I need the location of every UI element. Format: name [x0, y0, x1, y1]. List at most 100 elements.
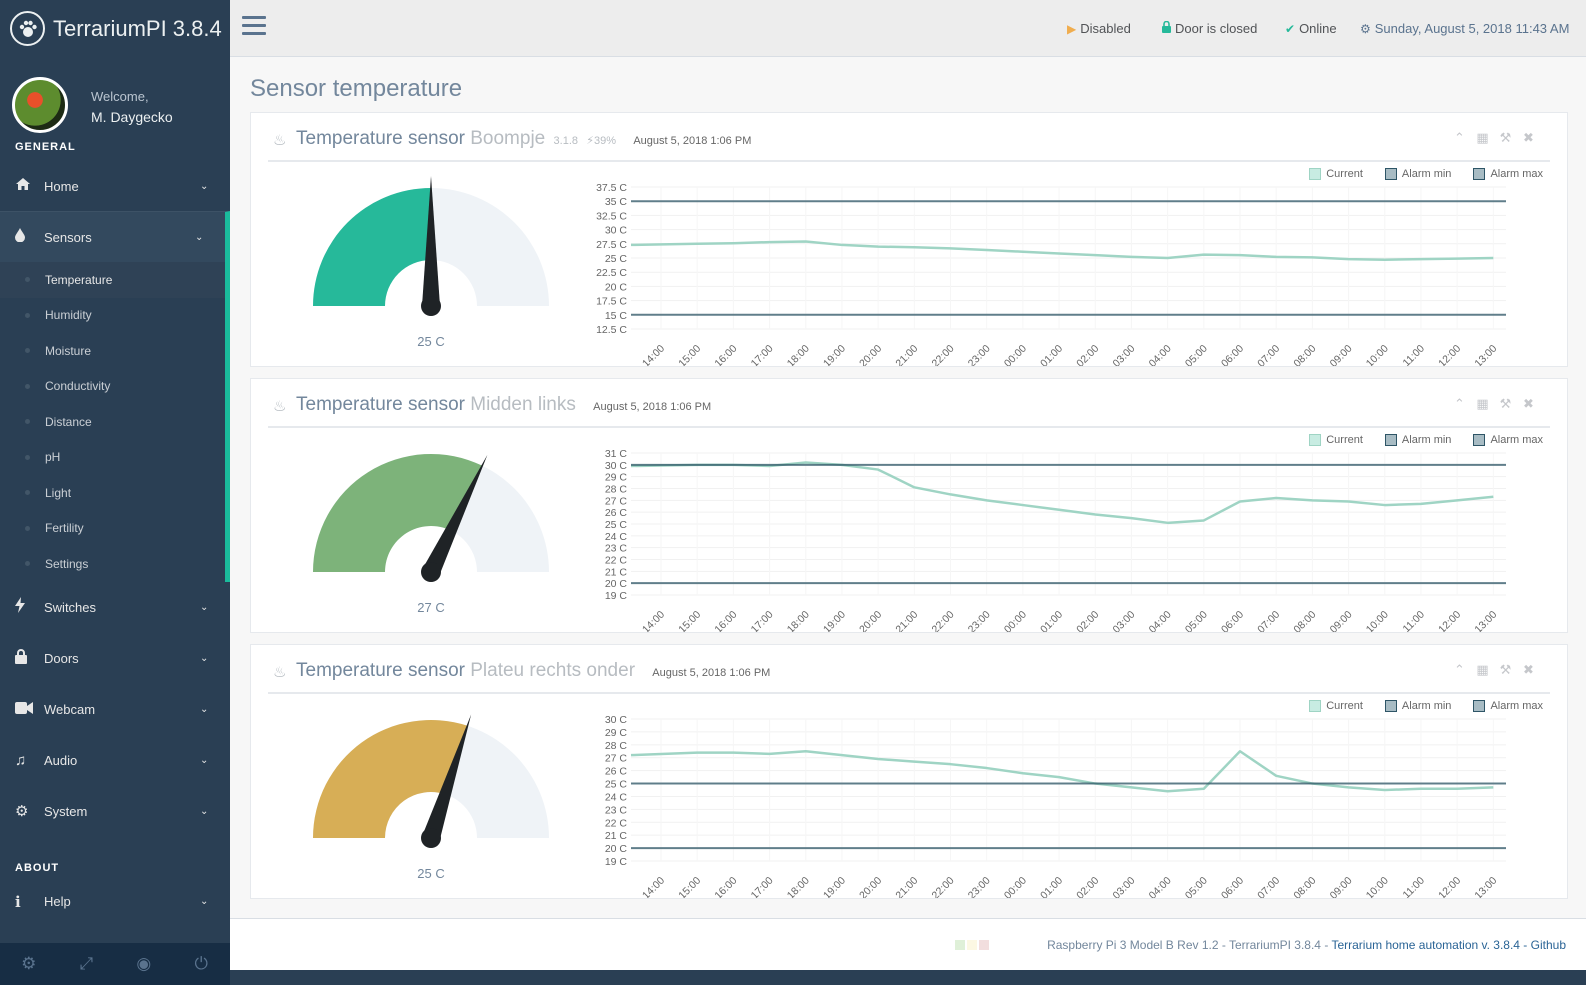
x-tick-label: 07:00: [1255, 343, 1282, 366]
sidebar-item-home[interactable]: Home ⌄: [0, 161, 230, 211]
music-icon: ♫: [15, 751, 27, 769]
y-tick-label: 20 C: [605, 843, 628, 855]
x-tick-label: 01:00: [1038, 609, 1065, 632]
x-tick-label: 05:00: [1183, 609, 1210, 632]
sidebar-item-help[interactable]: i Help ⌄: [0, 882, 230, 922]
calendar-icon[interactable]: ▦: [1471, 130, 1494, 146]
y-tick-label: 32.5 C: [596, 210, 627, 222]
x-tick-label: 20:00: [857, 343, 884, 366]
sidebar-item-audio[interactable]: ♫ Audio ⌄: [0, 735, 230, 786]
y-tick-label: 20 C: [605, 281, 628, 293]
x-tick-label: 21:00: [893, 875, 920, 898]
x-tick-label: 08:00: [1291, 343, 1318, 366]
sidebar-footer: ⚙ ⤢ ◉ ⏻: [0, 943, 230, 985]
bolt-icon: [0, 597, 44, 617]
page-title: Sensor temperature: [250, 75, 463, 102]
panel-title: Temperature sensor Midden links August 5…: [296, 394, 711, 416]
chevron-up-icon[interactable]: ⌃: [1448, 130, 1471, 146]
status-online[interactable]: ✔ Online: [1285, 21, 1337, 36]
calendar-icon[interactable]: ▦: [1471, 396, 1494, 412]
y-tick-label: 21 C: [605, 830, 628, 842]
chevron-down-icon: ⌄: [200, 754, 209, 766]
x-tick-label: 02:00: [1074, 343, 1101, 366]
x-tick-label: 22:00: [930, 343, 957, 366]
sidebar-item-system[interactable]: ⚙ System ⌄: [0, 786, 230, 837]
x-tick-label: 10:00: [1364, 875, 1391, 898]
x-tick-label: 22:00: [930, 875, 957, 898]
sidebar-subitem-humidity[interactable]: Humidity: [0, 298, 225, 334]
y-tick-label: 30 C: [605, 714, 628, 726]
avatar[interactable]: [12, 77, 68, 133]
y-tick-label: 23 C: [605, 543, 628, 555]
y-tick-label: 23 C: [605, 804, 628, 816]
gauge: [313, 454, 549, 582]
sidebar-subitem-settings[interactable]: Settings: [0, 546, 225, 582]
wrench-icon[interactable]: ⚒: [1494, 396, 1517, 412]
x-tick-label: 04:00: [1147, 875, 1174, 898]
x-tick-label: 02:00: [1074, 875, 1101, 898]
sun-icon: ⚙: [1360, 21, 1371, 36]
x-tick-label: 11:00: [1401, 875, 1428, 898]
y-tick-label: 27 C: [605, 753, 628, 765]
y-tick-label: 21 C: [605, 566, 628, 578]
sidebar-subitem-temperature[interactable]: Temperature: [0, 262, 225, 298]
sidebar-subitem-ph[interactable]: pH: [0, 440, 225, 476]
settings-icon[interactable]: ⚙: [0, 943, 58, 985]
x-tick-label: 21:00: [893, 343, 920, 366]
close-icon[interactable]: ✖: [1517, 396, 1540, 412]
sensor-name: Midden links: [470, 394, 576, 415]
panel-timestamp: August 5, 2018 1:06 PM: [652, 667, 771, 679]
x-tick-label: 00:00: [1002, 343, 1029, 366]
chevron-up-icon[interactable]: ⌃: [1448, 396, 1471, 412]
power-icon[interactable]: ⏻: [173, 943, 231, 985]
sidebar-item-sensors[interactable]: Sensors ⌄: [0, 211, 230, 262]
x-tick-label: 09:00: [1328, 609, 1355, 632]
y-tick-label: 29 C: [605, 472, 628, 484]
menu-toggle-icon[interactable]: [242, 16, 266, 40]
panel-title: Temperature sensor Plateu rechts onder A…: [296, 660, 770, 682]
status-disabled[interactable]: ▶ Disabled: [1067, 21, 1131, 36]
sidebar-subitem-moisture[interactable]: Moisture: [0, 333, 225, 369]
sidebar-item-doors[interactable]: Doors ⌄: [0, 633, 230, 684]
x-tick-label: 08:00: [1291, 609, 1318, 632]
eye-slash-icon[interactable]: ◉: [115, 943, 173, 985]
x-tick-label: 22:00: [930, 609, 957, 632]
x-tick-label: 06:00: [1219, 343, 1246, 366]
sidebar-item-switches[interactable]: Switches ⌄: [0, 582, 230, 633]
sidebar-item-label: Webcam: [44, 701, 96, 717]
close-icon[interactable]: ✖: [1517, 130, 1540, 146]
status-door[interactable]: Door is closed: [1162, 20, 1257, 36]
x-tick-label: 04:00: [1147, 609, 1174, 632]
x-tick-label: 20:00: [857, 609, 884, 632]
close-icon[interactable]: ✖: [1517, 662, 1540, 678]
chevron-up-icon[interactable]: ⌃: [1448, 662, 1471, 678]
wrench-icon[interactable]: ⚒: [1494, 662, 1517, 678]
sidebar-item-webcam[interactable]: Webcam ⌄: [0, 684, 230, 735]
sidebar-subitem-fertility[interactable]: Fertility: [0, 511, 225, 547]
y-tick-label: 30 C: [605, 460, 628, 472]
x-tick-label: 15:00: [676, 343, 703, 366]
sidebar-subitem-conductivity[interactable]: Conductivity: [0, 369, 225, 405]
y-tick-label: 25 C: [605, 779, 628, 791]
panel-tools: ⌃ ▦ ⚒ ✖: [1448, 130, 1540, 146]
x-tick-label: 08:00: [1291, 875, 1318, 898]
sidebar-subitem-distance[interactable]: Distance: [0, 404, 225, 440]
gauge-fill: [313, 188, 431, 306]
sidebar-item-label: Sensors: [44, 229, 92, 245]
wrench-icon[interactable]: ⚒: [1494, 130, 1517, 146]
x-tick-label: 05:00: [1183, 343, 1210, 366]
footer-link[interactable]: Terrarium home automation v. 3.8.4 - Git…: [1331, 938, 1566, 952]
x-tick-label: 17:00: [749, 875, 776, 898]
sidebar-subitem-light[interactable]: Light: [0, 475, 225, 511]
panel-timestamp: August 5, 2018 1:06 PM: [633, 135, 752, 147]
x-tick-label: 01:00: [1038, 343, 1065, 366]
x-tick-label: 10:00: [1364, 609, 1391, 632]
x-tick-label: 10:00: [1364, 343, 1391, 366]
brand[interactable]: TerrariumPI 3.8.4: [0, 0, 230, 57]
sensor-name: Boompje: [470, 128, 546, 149]
fullscreen-icon[interactable]: ⤢: [58, 943, 116, 985]
top-navbar: ▶ Disabled Door is closed ✔ Online ⚙ Sun…: [230, 0, 1586, 57]
calendar-icon[interactable]: ▦: [1471, 662, 1494, 678]
y-tick-label: 35 C: [605, 196, 628, 208]
chevron-down-icon: ⌄: [200, 601, 209, 613]
